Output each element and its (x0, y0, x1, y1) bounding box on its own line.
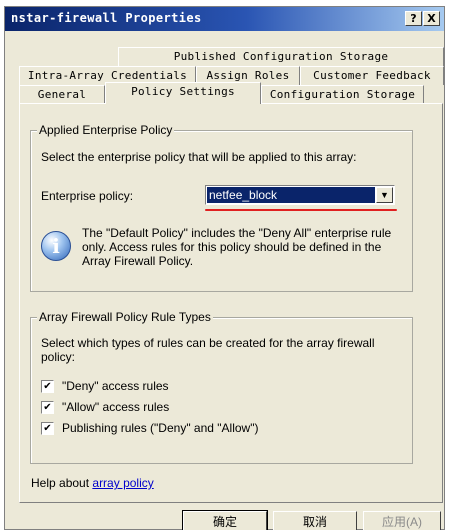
deny-rules-label[interactable]: "Deny" access rules (62, 379, 169, 393)
allow-rules-checkbox[interactable]: ✔ (41, 401, 54, 414)
close-button[interactable]: X (423, 11, 440, 26)
enterprise-policy-select[interactable]: netfee_block ▼ (205, 185, 395, 205)
tab-customer-feedback[interactable]: Customer Feedback (300, 66, 444, 85)
cancel-button[interactable]: 取消 (273, 511, 357, 530)
help-prefix: Help about (31, 476, 90, 490)
array-policy-link[interactable]: array policy (92, 476, 153, 490)
allow-rules-label[interactable]: "Allow" access rules (62, 400, 169, 414)
tab-published-configuration-storage[interactable]: Published Configuration Storage (118, 47, 444, 66)
enterprise-description: Select the enterprise policy that will b… (41, 150, 357, 164)
dropdown-arrow-icon[interactable]: ▼ (376, 187, 393, 203)
red-underline-annotation (205, 209, 397, 211)
apply-button[interactable]: 应用(A) (363, 511, 441, 530)
help-button[interactable]: ? (405, 11, 422, 26)
help-about-text: Help about array policy (31, 476, 154, 490)
enterprise-policy-label: Enterprise policy: (41, 189, 134, 203)
enterprise-info-text: The "Default Policy" includes the "Deny … (82, 226, 392, 268)
enterprise-group-legend: Applied Enterprise Policy (37, 123, 175, 137)
window-title: nstar-firewall Properties (11, 11, 202, 25)
ok-button[interactable]: 确定 (182, 510, 268, 530)
publishing-rules-checkbox[interactable]: ✔ (41, 422, 54, 435)
tab-general[interactable]: General (19, 85, 105, 104)
rule-types-legend: Array Firewall Policy Rule Types (37, 310, 213, 324)
enterprise-policy-value: netfee_block (207, 187, 375, 203)
tab-policy-settings[interactable]: Policy Settings (105, 82, 261, 104)
policy-settings-panel: Applied Enterprise Policy Select the ent… (19, 103, 443, 503)
title-bar[interactable]: nstar-firewall Properties ? X (5, 7, 444, 31)
properties-dialog: nstar-firewall Properties ? X Published … (4, 6, 445, 530)
info-icon: i (41, 231, 71, 261)
tab-configuration-storage[interactable]: Configuration Storage (261, 85, 424, 104)
deny-rules-checkbox[interactable]: ✔ (41, 380, 54, 393)
publishing-rules-label[interactable]: Publishing rules ("Deny" and "Allow") (62, 421, 258, 435)
rule-types-description: Select which types of rules can be creat… (41, 336, 375, 364)
